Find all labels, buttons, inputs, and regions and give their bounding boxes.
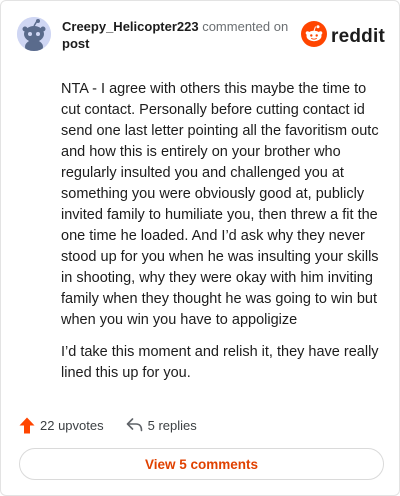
comment-meta: Creepy_Helicopter223 commented on post <box>62 18 288 52</box>
commented-on-text: commented on <box>202 19 289 34</box>
comment-actions: 22 upvotes 5 replies <box>19 415 197 435</box>
comment-body: NTA - I agree with others this maybe the… <box>61 79 387 395</box>
upvote-arrow-icon <box>19 417 35 434</box>
reply-arrow-icon <box>126 418 143 432</box>
comment-paragraph: I’d take this moment and relish it, they… <box>61 344 379 381</box>
reddit-wordmark: reddit <box>331 25 385 47</box>
snoo-avatar-icon[interactable] <box>17 17 51 51</box>
username-link[interactable]: Creepy_Helicopter223 <box>62 19 199 34</box>
comment-card: Creepy_Helicopter223 commented on post r… <box>0 0 400 496</box>
post-link[interactable]: post <box>62 36 89 51</box>
upvotes-count: 22 upvotes <box>40 417 104 433</box>
reddit-logo[interactable]: reddit <box>301 21 385 52</box>
upvote-button[interactable]: 22 upvotes <box>19 417 104 434</box>
comment-paragraph: NTA - I agree with others this maybe the… <box>61 81 379 328</box>
replies-count: 5 replies <box>147 417 197 433</box>
comment-header: Creepy_Helicopter223 commented on post r… <box>17 15 385 55</box>
replies-button[interactable]: 5 replies <box>126 418 197 433</box>
view-comments-button[interactable]: View 5 comments <box>19 448 384 480</box>
reddit-logo-icon <box>301 21 328 52</box>
